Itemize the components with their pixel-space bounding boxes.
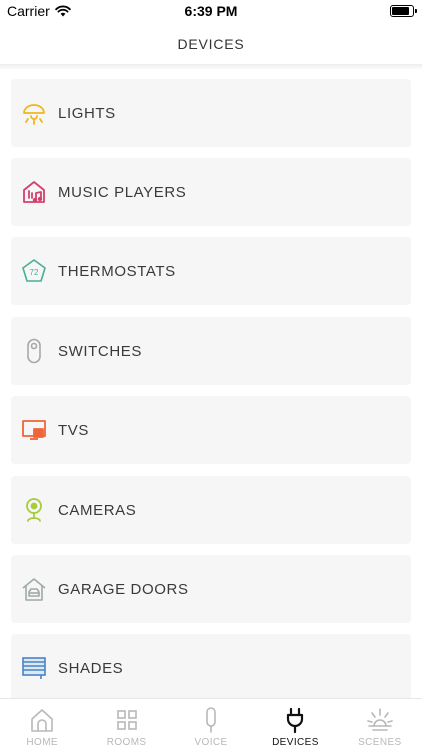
thermostat-icon: 72 xyxy=(21,258,47,284)
device-row-switches[interactable]: SWITCHES xyxy=(11,317,411,385)
sunrise-icon xyxy=(367,707,393,733)
status-bar: Carrier 6:39 PM xyxy=(0,0,422,22)
garage-icon xyxy=(21,576,47,602)
tab-devices[interactable]: DEVICES xyxy=(253,699,337,750)
tab-label: SCENES xyxy=(358,737,402,748)
device-row-cameras[interactable]: CAMERAS xyxy=(11,476,411,544)
tab-label: ROOMS xyxy=(106,737,147,748)
device-row-garage-doors[interactable]: GARAGE DOORS xyxy=(11,555,411,623)
device-row-shades[interactable]: SHADES xyxy=(11,634,411,698)
tab-bar: HOME ROOMS VOICE DEVICES SCENES xyxy=(0,698,422,750)
device-list[interactable]: LIGHTS MUSIC PLAYERS 72 THERMOSTATS SWIT… xyxy=(0,70,422,698)
plug-icon xyxy=(282,707,308,733)
device-label: MUSIC PLAYERS xyxy=(58,183,187,201)
page-title: DEVICES xyxy=(177,36,245,52)
device-label: SHADES xyxy=(58,659,124,677)
battery-icon xyxy=(390,5,417,17)
tab-voice[interactable]: VOICE xyxy=(169,699,253,750)
device-label: CAMERAS xyxy=(58,501,137,519)
device-label: LIGHTS xyxy=(58,104,116,122)
rooms-grid-icon xyxy=(114,707,140,733)
device-row-music-players[interactable]: MUSIC PLAYERS xyxy=(11,158,411,226)
battery-fill xyxy=(392,7,409,15)
device-label: TVS xyxy=(58,421,89,439)
thermostat-icon-text: 72 xyxy=(30,268,39,277)
music-house-icon xyxy=(21,179,47,205)
device-row-tvs[interactable]: TVS xyxy=(11,396,411,464)
tab-label: HOME xyxy=(26,737,58,748)
tv-icon xyxy=(21,417,47,443)
device-label: GARAGE DOORS xyxy=(58,580,189,598)
device-label: THERMOSTATS xyxy=(58,262,176,280)
status-time: 6:39 PM xyxy=(184,3,238,19)
device-row-lights[interactable]: LIGHTS xyxy=(11,79,411,147)
switch-icon xyxy=(21,338,47,364)
device-row-thermostats[interactable]: 72 THERMOSTATS xyxy=(11,237,411,305)
home-icon xyxy=(29,707,55,733)
tab-rooms[interactable]: ROOMS xyxy=(84,699,168,750)
tab-scenes[interactable]: SCENES xyxy=(338,699,422,750)
tab-home[interactable]: HOME xyxy=(0,699,84,750)
shades-icon xyxy=(21,655,47,681)
tab-label: DEVICES xyxy=(272,737,319,748)
microphone-icon xyxy=(198,707,224,733)
camera-icon xyxy=(21,497,47,523)
light-bulb-icon xyxy=(21,100,47,126)
device-label: SWITCHES xyxy=(58,342,142,360)
tab-label: VOICE xyxy=(194,737,228,748)
